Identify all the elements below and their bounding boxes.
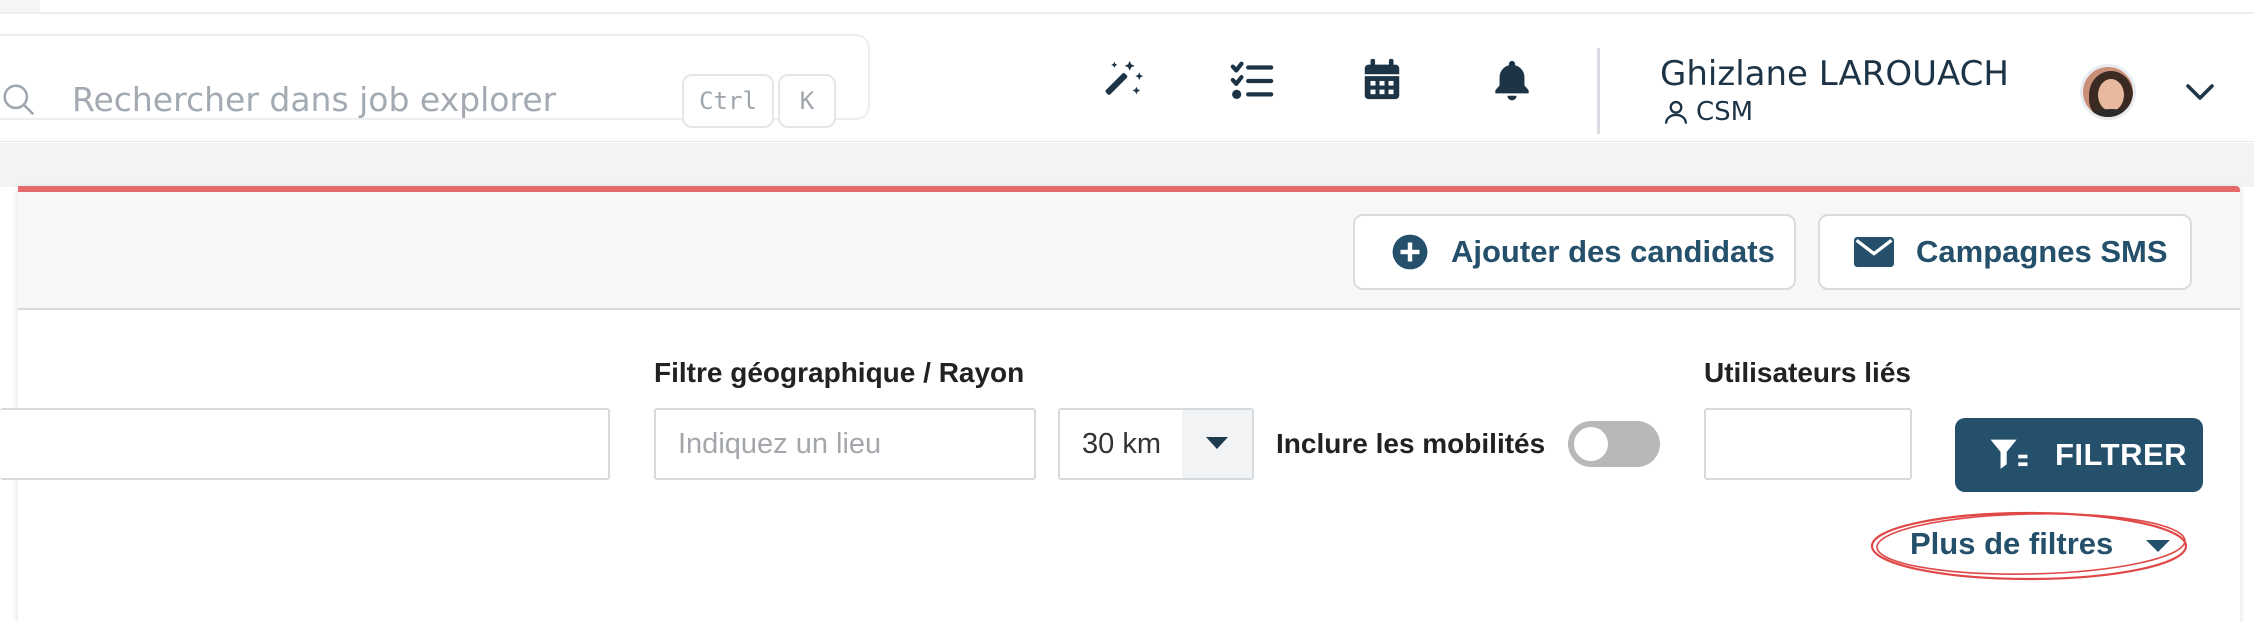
- keyword-filter-input[interactable]: [0, 408, 610, 480]
- chevron-down-icon[interactable]: [2182, 74, 2218, 110]
- shortcut-key-k: K: [778, 74, 836, 128]
- mobility-label: Inclure les mobilités: [1276, 428, 1546, 459]
- plus-circle-icon: [1392, 234, 1428, 270]
- user-name: Ghizlane LAROUACH: [1660, 54, 2009, 94]
- toggle-knob: [1574, 427, 1608, 461]
- user-icon: [1664, 100, 1688, 124]
- envelope-icon: [1854, 237, 1894, 267]
- header-separator: [1597, 48, 1600, 134]
- search-input[interactable]: Rechercher dans job explorer: [72, 80, 556, 120]
- geo-filter-label: Filtre géographique / Rayon: [654, 357, 1025, 388]
- place-input-placeholder: Indiquez un lieu: [678, 428, 882, 460]
- add-candidates-label: Ajouter des candidats: [1451, 234, 1775, 269]
- radius-value: 30 km: [1082, 428, 1161, 460]
- bell-icon[interactable]: [1486, 54, 1538, 106]
- caret-down-icon: [1182, 410, 1252, 478]
- sms-campaigns-button[interactable]: Campagnes SMS: [1818, 214, 2192, 290]
- linked-users-input[interactable]: [1704, 408, 1912, 480]
- magic-wand-icon[interactable]: [1096, 54, 1148, 106]
- radius-select[interactable]: 30 km: [1058, 408, 1254, 480]
- filter-icon: [1990, 439, 2028, 469]
- calendar-icon[interactable]: [1356, 54, 1408, 106]
- user-role: CSM: [1696, 97, 1754, 127]
- add-candidates-button[interactable]: Ajouter des candidats: [1353, 214, 1796, 290]
- annotation-circle: [1870, 511, 2188, 581]
- checklist-icon[interactable]: [1226, 54, 1278, 106]
- linked-users-label: Utilisateurs liés: [1704, 357, 1911, 388]
- avatar[interactable]: [2080, 64, 2136, 120]
- filter-button-label: FILTRER: [2055, 437, 2188, 472]
- shortcut-key-ctrl: Ctrl: [682, 74, 774, 128]
- app-header: Rechercher dans job explorer Ctrl K Ghiz…: [0, 14, 2254, 142]
- top-edge-strip: [0, 0, 40, 12]
- filter-button[interactable]: FILTRER: [1955, 418, 2203, 492]
- search-icon: [3, 84, 35, 116]
- search-box[interactable]: Rechercher dans job explorer Ctrl K: [0, 34, 870, 128]
- sms-campaigns-label: Campagnes SMS: [1916, 234, 2168, 269]
- mobility-toggle[interactable]: [1568, 421, 1660, 467]
- header-gap-band: [0, 143, 2254, 187]
- place-input[interactable]: Indiquez un lieu: [654, 408, 1036, 480]
